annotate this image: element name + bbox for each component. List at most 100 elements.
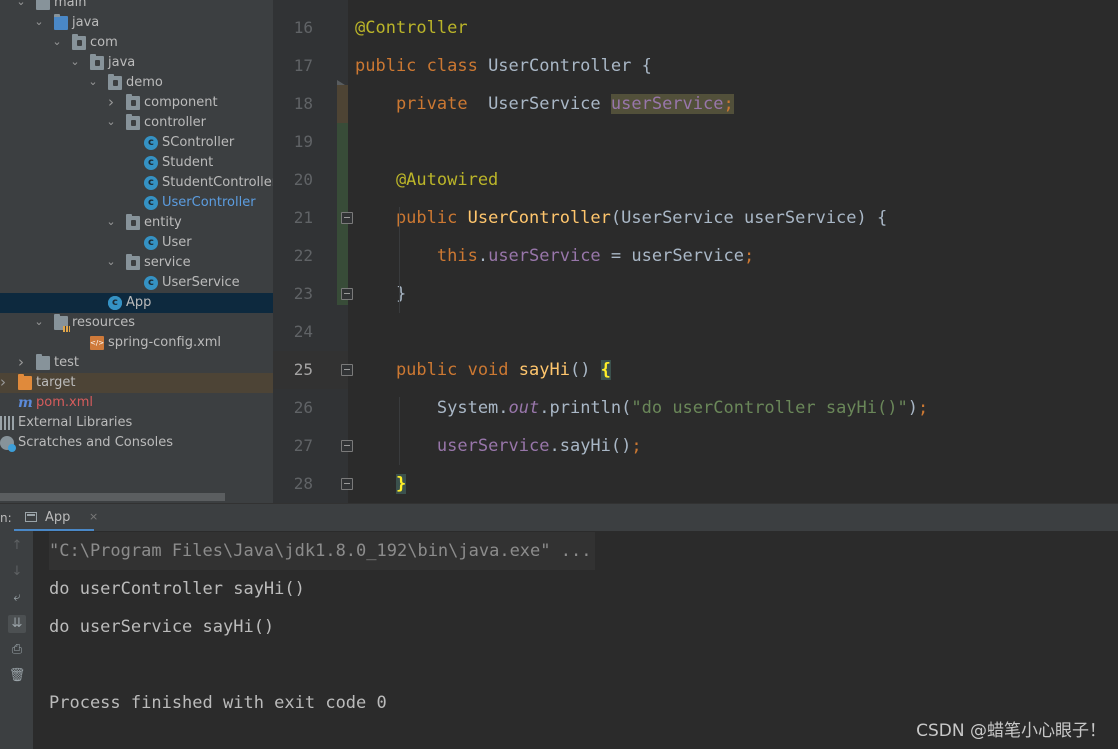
fold-icon[interactable]: [341, 364, 353, 376]
tree-item[interactable]: Scratches and Consoles: [0, 433, 273, 453]
chevron-down-icon[interactable]: ⌄: [105, 255, 117, 269]
chevron-down-icon[interactable]: ⌄: [33, 15, 45, 29]
code-token: @Controller: [355, 18, 468, 38]
run-toolbar: ↑ ↓ ⤶ ⇊ ⎙ 🗑: [0, 531, 33, 749]
line-number: 25: [293, 360, 313, 379]
tree-item[interactable]: c User: [0, 233, 273, 253]
code-token: .println(: [539, 398, 632, 418]
code-token: ;: [743, 246, 755, 266]
code-token: sayHi: [518, 360, 570, 380]
console-line: do userService sayHi(): [49, 617, 275, 637]
class-icon: c: [144, 276, 158, 290]
tree-item[interactable]: ⌄ controller: [0, 113, 273, 133]
watermark: CSDN @蜡笔小心眼子！: [916, 721, 1106, 741]
tree-item[interactable]: c App: [0, 293, 273, 313]
up-arrow-icon[interactable]: ↑: [8, 537, 26, 555]
code-token: @Autowired: [355, 170, 499, 190]
tree-item-label: main: [54, 0, 87, 10]
trash-icon[interactable]: 🗑: [8, 667, 26, 685]
resources-folder-icon: [54, 314, 70, 332]
line-number: 24: [293, 322, 313, 341]
line-number: 26: [293, 398, 313, 417]
chevron-right-icon[interactable]: ›: [105, 95, 117, 110]
app-class-icon: c: [108, 296, 122, 310]
soft-wrap-icon[interactable]: ⤶: [8, 589, 26, 607]
tree-item[interactable]: c UserController: [0, 193, 273, 213]
tree-item[interactable]: External Libraries: [0, 413, 273, 433]
fold-icon[interactable]: [341, 212, 353, 224]
tree-item[interactable]: ⌄ java: [0, 53, 273, 73]
line-number: 23: [293, 284, 313, 303]
vcs-modified-marker[interactable]: [337, 85, 348, 123]
tree-item[interactable]: c UserService: [0, 273, 273, 293]
code-line[interactable]: @Controller: [355, 9, 468, 47]
tree-item[interactable]: </> spring-config.xml: [0, 333, 273, 353]
tree-item-label: Scratches and Consoles: [18, 435, 174, 450]
tree-item[interactable]: › target: [0, 373, 273, 393]
code-line[interactable]: this.userService = userService;: [355, 237, 754, 275]
chevron-down-icon[interactable]: ⌄: [87, 75, 99, 89]
code-line[interactable]: private UserService userService;: [355, 85, 734, 123]
scroll-to-end-icon[interactable]: ⇊: [8, 615, 26, 633]
chevron-down-icon[interactable]: ⌄: [105, 215, 117, 229]
tree-item-label: UserService: [162, 275, 240, 290]
chevron-down-icon[interactable]: ⌄: [15, 0, 27, 9]
code-line[interactable]: public class UserController {: [355, 47, 652, 85]
chevron-right-icon[interactable]: ›: [0, 375, 9, 390]
libraries-icon: [0, 416, 14, 430]
tree-item[interactable]: ⌄ demo: [0, 73, 273, 93]
tree-item-label: test: [54, 355, 79, 370]
tree-item[interactable]: ⌄ entity: [0, 213, 273, 233]
package-icon: [126, 214, 140, 230]
run-tool-window-header: n: App ×: [0, 503, 1118, 532]
tree-item-label: External Libraries: [18, 415, 133, 430]
code-token: = userService: [600, 246, 744, 266]
code-token: userService: [610, 94, 724, 114]
tree-item[interactable]: › component: [0, 93, 273, 113]
fold-icon[interactable]: [341, 440, 353, 452]
code-line[interactable]: @Autowired: [355, 161, 498, 199]
chevron-right-icon[interactable]: ›: [15, 355, 27, 370]
tree-item-label: UserController: [162, 195, 256, 210]
tree-item-label: service: [144, 255, 191, 270]
fold-icon[interactable]: [341, 288, 353, 300]
code-line[interactable]: public UserController(UserService userSe…: [355, 199, 887, 237]
chevron-down-icon[interactable]: ⌄: [105, 115, 117, 129]
tree-item[interactable]: ⌄ java: [0, 13, 273, 33]
indent-guide: [399, 397, 400, 465]
code-token: UserController {: [488, 56, 652, 76]
tree-item-label: entity: [144, 215, 182, 230]
code-line[interactable]: userService.sayHi();: [355, 427, 642, 465]
tree-item[interactable]: m pom.xml: [0, 393, 273, 413]
tree-item-label: controller: [144, 115, 207, 130]
tree-item-label: java: [72, 15, 100, 30]
class-icon: c: [144, 136, 158, 150]
console-icon: [25, 512, 37, 522]
code-line[interactable]: System.out.println("do userController sa…: [355, 389, 928, 427]
chevron-down-icon[interactable]: ⌄: [33, 315, 45, 329]
print-icon[interactable]: ⎙: [8, 641, 26, 659]
tree-item[interactable]: ⌄ resources: [0, 313, 273, 333]
code-token: ;: [917, 398, 929, 418]
tree-item[interactable]: c StudentController: [0, 173, 273, 193]
code-line[interactable]: public void sayHi() {: [355, 351, 611, 389]
tree-item[interactable]: ⌄ service: [0, 253, 273, 273]
down-arrow-icon[interactable]: ↓: [8, 563, 26, 581]
tree-item-label: App: [126, 295, 152, 310]
folder-icon: [36, 0, 50, 10]
code-token: public: [355, 208, 468, 228]
project-tree-horizontal-scrollbar[interactable]: [0, 493, 225, 501]
line-number: 22: [293, 246, 313, 265]
tree-item[interactable]: c SController: [0, 133, 273, 153]
close-icon[interactable]: ×: [89, 510, 98, 523]
tree-item[interactable]: ⌄ main: [0, 0, 273, 13]
chevron-down-icon[interactable]: ⌄: [69, 55, 81, 69]
tree-item[interactable]: › test: [0, 353, 273, 373]
fold-icon[interactable]: [341, 478, 353, 490]
tree-item[interactable]: c Student: [0, 153, 273, 173]
run-tab-app[interactable]: App ×: [14, 504, 98, 532]
chevron-down-icon[interactable]: ⌄: [51, 35, 63, 49]
tree-item[interactable]: ⌄ com: [0, 33, 273, 53]
code-line[interactable]: }: [355, 465, 407, 503]
